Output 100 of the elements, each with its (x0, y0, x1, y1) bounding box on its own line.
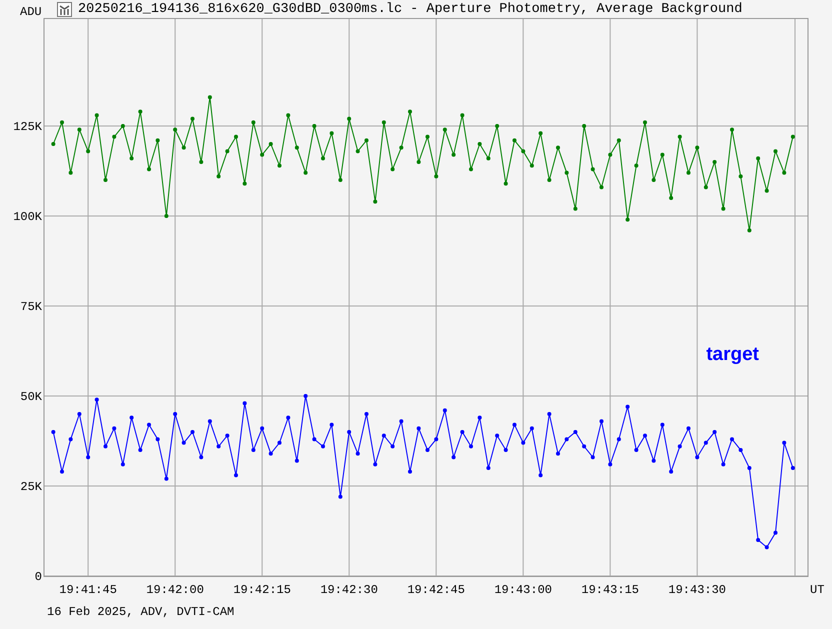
data-point (512, 138, 516, 142)
data-point (94, 113, 99, 118)
data-point (652, 458, 656, 463)
data-point (216, 444, 221, 448)
data-point (356, 149, 360, 154)
data-point (399, 146, 404, 150)
data-point (199, 455, 204, 460)
axis-tick-label: 19:42:30 (320, 583, 378, 597)
data-point (652, 178, 656, 182)
data-point (164, 214, 168, 218)
data-point (660, 422, 664, 427)
data-point (600, 419, 604, 424)
data-point (712, 430, 717, 434)
data-point (756, 156, 760, 160)
data-point (782, 440, 786, 445)
data-point (730, 437, 734, 442)
data-point (304, 170, 308, 175)
data-point (774, 149, 778, 154)
axis-tick-label: 100K (13, 210, 42, 224)
data-point (704, 185, 708, 190)
data-point (330, 131, 334, 136)
axis-tick-label: 19:43:00 (494, 583, 552, 597)
data-point (173, 128, 178, 132)
data-point (626, 218, 630, 222)
data-point (120, 462, 125, 466)
axis-tick-label: 19:43:30 (668, 583, 726, 597)
data-point (321, 444, 325, 448)
data-point (390, 167, 395, 172)
data-point (251, 448, 256, 452)
data-point (452, 152, 456, 157)
data-point (460, 430, 464, 434)
data-point (643, 434, 647, 438)
data-point (373, 200, 378, 204)
data-point (347, 430, 352, 434)
data-point (77, 412, 82, 416)
data-point (756, 538, 760, 542)
data-point (695, 146, 700, 150)
data-point (147, 167, 151, 172)
data-point (408, 470, 412, 474)
data-point (190, 116, 194, 121)
data-point (112, 426, 116, 430)
data-point (695, 455, 700, 460)
data-point (764, 545, 769, 550)
data-point (416, 160, 421, 164)
data-point (573, 430, 578, 434)
data-point (504, 182, 508, 186)
data-point (556, 146, 560, 150)
data-point (608, 152, 612, 157)
data-point (590, 455, 595, 460)
data-point (286, 416, 290, 420)
data-point (764, 188, 769, 193)
data-point (112, 134, 116, 139)
chart-caption: 16 Feb 2025, ADV, DVTI-CAM (47, 605, 236, 619)
data-point (634, 448, 638, 452)
data-point (120, 124, 125, 128)
data-point (312, 124, 316, 128)
data-point (721, 206, 726, 211)
data-point (669, 470, 674, 474)
data-point (356, 452, 360, 456)
data-point (138, 448, 142, 452)
data-point (321, 156, 325, 160)
data-point (208, 419, 212, 424)
data-point (582, 124, 586, 128)
data-point (616, 138, 621, 142)
data-point (738, 174, 743, 178)
data-point (495, 434, 500, 438)
axis-tick-label: 75K (20, 300, 42, 314)
data-point (147, 422, 151, 427)
data-point (60, 470, 64, 474)
data-point (68, 170, 73, 175)
data-point (312, 437, 316, 442)
data-point (234, 134, 238, 139)
data-point (486, 156, 490, 160)
data-point (582, 444, 586, 448)
data-point (790, 134, 795, 139)
data-point (104, 444, 108, 448)
data-point (208, 95, 212, 100)
data-point (469, 444, 473, 448)
data-point (51, 430, 56, 434)
data-point (442, 128, 447, 132)
data-point (390, 444, 395, 448)
data-point (156, 437, 160, 442)
data-point (608, 462, 612, 466)
data-point (547, 412, 552, 416)
data-point (382, 120, 386, 124)
data-point (347, 116, 352, 121)
data-point (260, 152, 264, 157)
data-point (712, 160, 717, 164)
data-point (278, 164, 282, 168)
data-point (730, 128, 734, 132)
data-point (495, 124, 500, 128)
data-point (330, 422, 334, 427)
data-point (51, 142, 56, 146)
data-point (286, 113, 290, 118)
data-point (704, 440, 708, 445)
data-point (182, 440, 186, 445)
data-point (538, 473, 543, 478)
data-point (521, 149, 526, 154)
axis-tick-label: 19:42:45 (407, 583, 465, 597)
data-point (669, 196, 674, 200)
